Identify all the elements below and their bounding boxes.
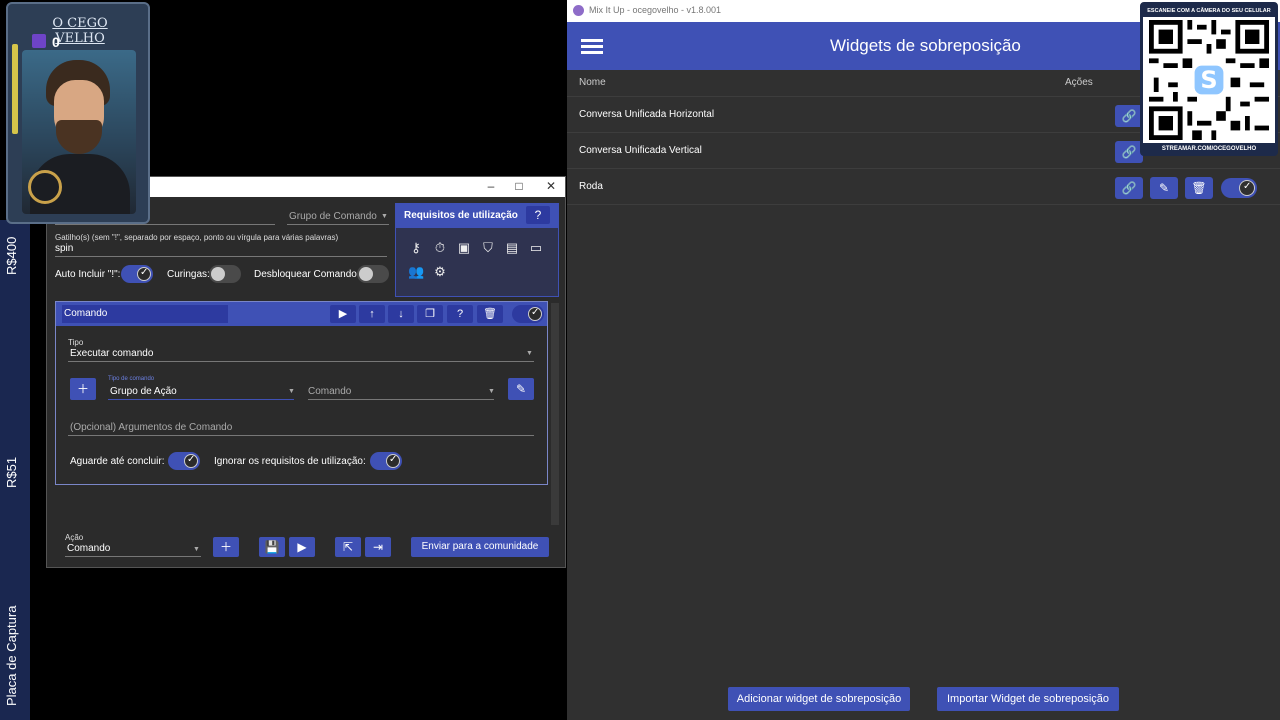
auto-include-toggle[interactable]	[121, 265, 153, 283]
streamer-overlay-card: O CEGO VELHO 0	[6, 2, 150, 224]
requirements-title: Requisitos de utilização	[404, 210, 518, 221]
action-select[interactable]: Comando ▼	[65, 541, 201, 557]
link-icon[interactable]: 🔗	[1115, 105, 1143, 127]
export-icon[interactable]: ⇱	[335, 537, 361, 557]
shield-icon[interactable]: ⛉	[480, 240, 496, 256]
wait-until-finish-label: Aguarde até concluir:	[70, 456, 165, 467]
maximize-button[interactable]: □	[509, 179, 529, 193]
key-icon[interactable]: ⚷	[408, 240, 424, 256]
ignore-requirements-label: Ignorar os requisitos de utilização:	[214, 456, 366, 467]
qr-code-image: S	[1149, 20, 1269, 140]
close-button[interactable]: ✕	[541, 179, 561, 193]
viewer-count: 0	[52, 34, 60, 50]
archive-icon[interactable]: ▤	[504, 240, 520, 256]
command-action-name[interactable]: Comando	[62, 305, 228, 323]
timer-icon[interactable]: ⏱	[432, 240, 448, 256]
trigger-label: Gatilho(s) (sem "!", separado por espaço…	[55, 233, 339, 242]
requirements-panel: Requisitos de utilização ? ⚷ ⏱ ▣ ⛉ ▤ ▭ 👥…	[395, 203, 559, 297]
add-command-button[interactable]: ＋	[70, 378, 96, 400]
play-icon[interactable]: ▶	[289, 537, 315, 557]
command-group-select[interactable]: Grupo de Comando ▼	[287, 209, 389, 225]
import-overlay-widget-button[interactable]: Importar Widget de sobreposição	[937, 687, 1119, 711]
command-type-value: Grupo de Ação	[110, 386, 177, 397]
save-icon[interactable]: 💾	[259, 537, 285, 557]
scrollbar[interactable]	[551, 303, 559, 525]
unlock-command-toggle[interactable]	[357, 265, 389, 283]
help-button[interactable]: ?	[447, 305, 473, 323]
command-args-placeholder: (Opcional) Argumentos de Comando	[70, 422, 233, 433]
send-to-community-button[interactable]: Enviar para a comunidade	[411, 537, 549, 557]
trigger-value: spin	[55, 243, 74, 254]
add-overlay-widget-button[interactable]: Adicionar widget de sobreposição	[728, 687, 910, 711]
command-args-input[interactable]: (Opcional) Argumentos de Comando	[68, 420, 534, 436]
enable-widget-toggle[interactable]	[1221, 178, 1257, 198]
donation-sidebar: R$400 R$51 Placa de Captura	[0, 220, 30, 720]
capture-card-label: Placa de Captura	[4, 605, 19, 706]
move-down-button[interactable]: ↓	[388, 305, 414, 323]
command-type-select[interactable]: Grupo de Ação ▼	[108, 384, 295, 400]
wildcards-label: Curingas:	[167, 269, 210, 280]
chevron-down-icon: ▼	[288, 388, 295, 395]
action-value: Comando	[67, 543, 111, 554]
import-icon[interactable]: ⇥	[365, 537, 391, 557]
users-icon[interactable]: 👥	[408, 264, 424, 280]
chevron-down-icon: ▼	[488, 388, 495, 395]
minimize-button[interactable]: –	[481, 179, 501, 193]
qr-top-text: ESCANEIE COM A CÂMERA DO SEU CELULAR	[1143, 5, 1275, 17]
currency-icon[interactable]: ▣	[456, 240, 472, 256]
hamburger-menu-icon[interactable]	[581, 39, 603, 54]
command-editor-window: – □ ✕ Grupo de Comando ▼ Gatilho(s) (sem…	[46, 176, 566, 568]
page-title: Widgets de sobreposição	[830, 36, 1021, 55]
type-select[interactable]: Executar comando ▼	[68, 346, 534, 362]
delete-button[interactable]: 🗑	[477, 305, 503, 323]
qr-bottom-text: STREAMAR.COM/OCEGOVELHO	[1143, 143, 1275, 155]
twitch-icon	[32, 34, 46, 48]
widget-name: Roda	[579, 181, 603, 192]
auto-include-label: Auto Incluir "!":	[55, 269, 121, 280]
qr-code-overlay: ESCANEIE COM A CÂMERA DO SEU CELULAR S S…	[1140, 2, 1278, 156]
chevron-down-icon: ▼	[526, 350, 533, 357]
command-type-label: Tipo de comando	[108, 376, 155, 382]
streamer-avatar	[22, 50, 136, 214]
gear-icon[interactable]: ⚙	[432, 264, 448, 280]
edit-icon[interactable]: ✎	[1150, 177, 1178, 199]
column-header-actions: Ações	[1065, 77, 1093, 88]
edit-pencil-button[interactable]: ✎	[508, 378, 534, 400]
donation-amount-2: R$51	[4, 456, 19, 488]
add-action-button[interactable]: ＋	[213, 537, 239, 557]
command-action-block: Comando ▶ ↑ ↓ ❐ ? 🗑 Tipo Executar comand…	[55, 301, 548, 485]
link-icon[interactable]: 🔗	[1115, 141, 1143, 163]
svg-text:S: S	[1200, 66, 1217, 94]
requirements-header: Requisitos de utilização ?	[396, 204, 558, 228]
mixitup-logo-icon	[573, 5, 584, 16]
play-button[interactable]: ▶	[330, 305, 356, 323]
widget-name: Conversa Unificada Horizontal	[579, 109, 715, 120]
app-window-title: Mix It Up - ocegovelho - v1.8.001	[589, 5, 722, 15]
chevron-down-icon: ▼	[381, 213, 388, 220]
move-up-button[interactable]: ↑	[359, 305, 385, 323]
console-icon[interactable]: ▭	[528, 240, 544, 256]
enable-action-toggle[interactable]	[512, 305, 544, 323]
donation-amount-1: R$400	[4, 236, 19, 275]
chevron-down-icon: ▼	[193, 546, 200, 553]
command-group-placeholder: Grupo de Comando	[289, 211, 377, 222]
type-value: Executar comando	[70, 348, 154, 359]
card-side-accent	[12, 44, 18, 134]
command-select[interactable]: Comando ▼	[308, 384, 495, 400]
widget-name: Conversa Unificada Vertical	[579, 145, 702, 156]
delete-icon[interactable]: 🗑	[1185, 177, 1213, 199]
column-header-name: Nome	[579, 77, 606, 88]
link-icon[interactable]: 🔗	[1115, 177, 1143, 199]
wait-until-finish-toggle[interactable]	[168, 452, 200, 470]
trigger-input[interactable]: spin	[55, 243, 387, 257]
wildcards-toggle[interactable]	[209, 265, 241, 283]
command-action-header: Comando ▶ ↑ ↓ ❐ ? 🗑	[56, 302, 547, 326]
unlock-command-label: Desbloquear Comando:	[254, 269, 360, 280]
ignore-requirements-toggle[interactable]	[370, 452, 402, 470]
copy-button[interactable]: ❐	[417, 305, 443, 323]
table-row: Roda 🔗 ✎ 🗑	[567, 169, 1280, 205]
command-placeholder: Comando	[308, 386, 352, 397]
help-icon[interactable]: ?	[526, 206, 550, 224]
